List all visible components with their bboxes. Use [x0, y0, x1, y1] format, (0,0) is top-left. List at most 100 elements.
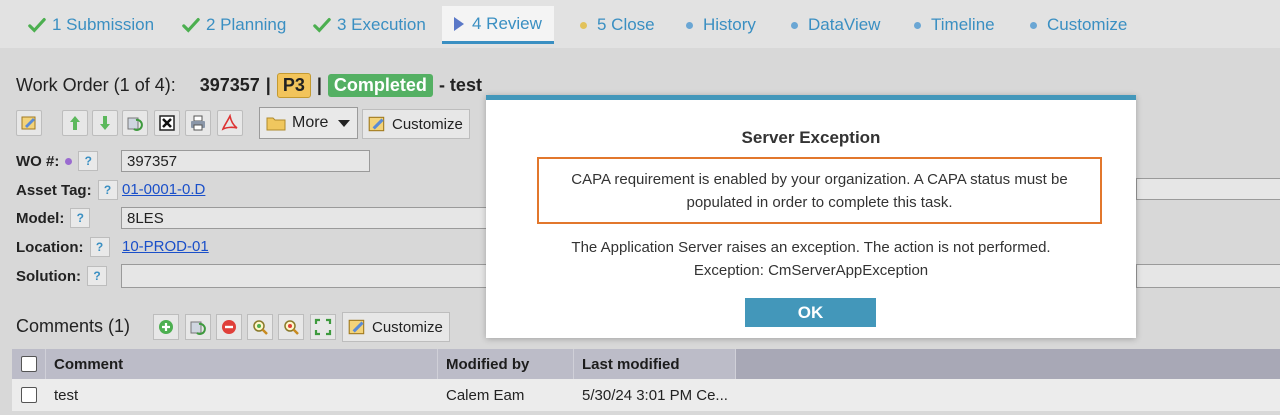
more-menu-button[interactable]: More: [259, 107, 358, 139]
tab-label: DataView: [808, 15, 881, 34]
remove-icon[interactable]: [216, 314, 242, 340]
dot-icon: [1030, 21, 1037, 29]
zoom-out-icon[interactable]: [278, 314, 304, 340]
exception-message-line: The Application Server raises an excepti…: [571, 239, 1051, 256]
column-header-modified-by[interactable]: Modified by: [438, 349, 574, 379]
row-select-cell: [12, 379, 46, 411]
exception-message: The Application Server raises an excepti…: [486, 236, 1136, 282]
wo-number-label: WO #: ?: [16, 151, 99, 171]
select-all-checkbox[interactable]: [21, 356, 37, 372]
help-icon[interactable]: ?: [78, 151, 99, 171]
model-label: Model: ?: [16, 208, 91, 228]
help-icon[interactable]: ?: [70, 208, 91, 228]
column-header-comment[interactable]: Comment: [46, 349, 438, 379]
status-badge: Completed: [327, 74, 433, 97]
modified-by-cell: Calem Eam: [446, 386, 525, 404]
tab-planning[interactable]: 2 Planning: [170, 6, 298, 44]
tab-dataview[interactable]: DataView: [775, 6, 892, 44]
tab-label: 5 Close: [597, 15, 655, 34]
priority-badge: P3: [276, 73, 311, 98]
print-icon[interactable]: [185, 110, 211, 136]
solution-extra-field[interactable]: [1136, 264, 1280, 288]
customize-button-label: Customize: [372, 318, 443, 336]
tab-execution[interactable]: 3 Execution: [301, 6, 438, 44]
model-field[interactable]: 8LES: [121, 207, 487, 229]
tab-label: 3 Execution: [337, 15, 426, 34]
location-label: Location: ?: [16, 237, 110, 257]
pdf-icon[interactable]: [217, 110, 243, 136]
work-order-number: 397357: [199, 75, 260, 95]
tab-history[interactable]: History: [670, 6, 768, 44]
comment-cell: test: [54, 386, 79, 404]
wo-number-field[interactable]: 397357: [121, 150, 370, 172]
model-label-text: Model:: [16, 209, 65, 227]
solution-field[interactable]: [121, 264, 487, 288]
capa-message-box: CAPA requirement is enabled by your orga…: [537, 157, 1102, 224]
help-icon[interactable]: ?: [86, 266, 107, 286]
dot-icon: [686, 21, 693, 29]
tab-close[interactable]: 5 Close: [564, 6, 667, 44]
add-icon[interactable]: [153, 314, 179, 340]
tab-submission[interactable]: 1 Submission: [16, 6, 166, 44]
table-row[interactable]: test Calem Eam 5/30/24 3:01 PM Ce...: [12, 379, 1280, 411]
asset-label-text: Asset Tag:: [16, 181, 92, 199]
capa-message-line: populated in order to complete this task…: [686, 194, 953, 211]
comments-grid-header: Comment Modified by Last modified: [12, 349, 1280, 379]
dot-icon: [914, 21, 921, 29]
last-modified-cell: 5/30/24 3:01 PM Ce...: [582, 386, 728, 404]
asset-tag-link[interactable]: 01-0001-0.D: [122, 181, 205, 198]
arrow-down-icon[interactable]: [92, 110, 118, 136]
tab-label: 1 Submission: [52, 15, 155, 34]
expand-icon[interactable]: [310, 314, 336, 340]
tab-customize[interactable]: Customize: [1014, 6, 1139, 44]
check-icon: [28, 18, 46, 33]
delete-icon[interactable]: [154, 110, 180, 136]
page-title: Work Order (1 of 4): 397357 | P3 | Compl…: [16, 73, 482, 98]
edit-icon[interactable]: [16, 110, 42, 136]
ok-button[interactable]: OK: [745, 298, 876, 327]
refresh-icon[interactable]: [122, 110, 148, 136]
customize-button[interactable]: Customize: [362, 109, 470, 139]
customize-button-label: Customize: [392, 115, 463, 133]
column-header-last-modified[interactable]: Last modified: [574, 349, 736, 379]
capa-message-line: CAPA requirement is enabled by your orga…: [571, 171, 1068, 188]
customize-icon: [348, 319, 365, 335]
wo-label-text: WO #:: [16, 152, 60, 170]
tab-review[interactable]: 4 Review: [442, 6, 554, 44]
folder-icon: [266, 117, 286, 131]
solution-label-text: Solution:: [16, 267, 81, 285]
dot-icon: [791, 21, 798, 29]
title-separator: |: [316, 75, 322, 95]
capa-message: CAPA requirement is enabled by your orga…: [539, 168, 1100, 214]
tab-timeline[interactable]: Timeline: [898, 6, 1007, 44]
workflow-tab-bar: 1 Submission 2 Planning 3 Execution 4 Re…: [0, 0, 1280, 48]
zoom-in-icon[interactable]: [247, 314, 273, 340]
tab-label: 2 Planning: [206, 15, 287, 34]
location-link[interactable]: 10-PROD-01: [122, 238, 209, 255]
exception-message-line: Exception: CmServerAppException: [693, 262, 929, 279]
tab-label: Timeline: [931, 15, 995, 34]
asset-tag-label: Asset Tag: ?: [16, 180, 118, 200]
server-exception-dialog: Server Exception CAPA requirement is ena…: [486, 95, 1136, 338]
more-button-label: More: [292, 114, 329, 131]
row-checkbox[interactable]: [21, 387, 37, 403]
customize-icon: [368, 116, 385, 132]
caret-down-icon: [338, 119, 351, 127]
work-order-description: - test: [438, 75, 482, 95]
dialog-title: Server Exception: [741, 128, 881, 147]
required-dot-icon: [65, 157, 73, 165]
comments-customize-button[interactable]: Customize: [342, 312, 450, 342]
arrow-up-icon[interactable]: [62, 110, 88, 136]
help-icon[interactable]: ?: [89, 237, 110, 257]
work-order-heading: Work Order (1 of 4):: [16, 75, 176, 95]
select-all-cell: [12, 349, 46, 379]
comments-title: Comments (1): [16, 316, 131, 336]
tab-label: History: [703, 15, 756, 34]
triangle-icon: [454, 16, 464, 31]
asset-tag-extra-field[interactable]: [1136, 178, 1280, 200]
refresh-icon[interactable]: [185, 314, 211, 340]
title-separator: |: [265, 75, 271, 95]
help-icon[interactable]: ?: [97, 180, 118, 200]
tab-label: 4 Review: [472, 13, 542, 33]
solution-label: Solution: ?: [16, 266, 107, 286]
